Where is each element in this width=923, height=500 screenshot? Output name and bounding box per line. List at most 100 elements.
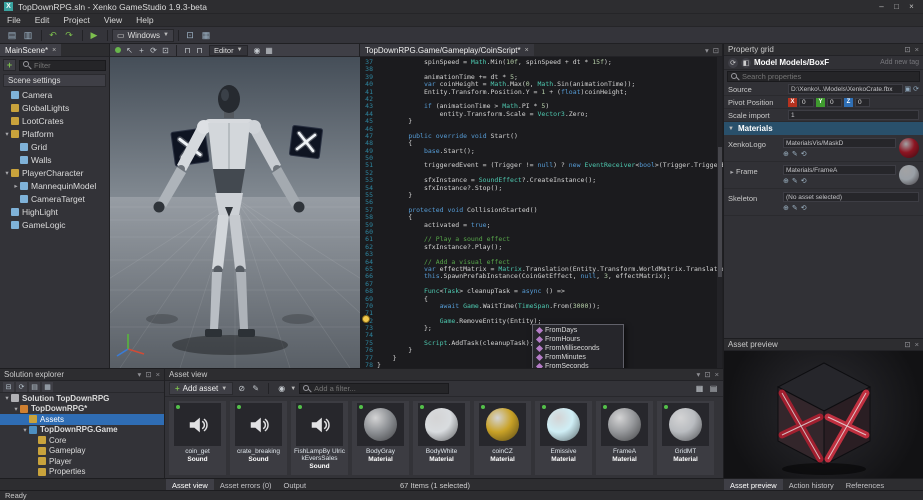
list-view-icon[interactable]: ▤: [708, 383, 719, 394]
chevron-down-icon[interactable]: ▾: [138, 370, 142, 379]
scene-tree-item[interactable]: LootCrates: [0, 114, 109, 127]
edit-icon[interactable]: ✎: [792, 204, 798, 212]
solution-tree-item[interactable]: Player: [0, 456, 164, 467]
close-icon[interactable]: ×: [156, 370, 160, 379]
scale-import-field[interactable]: 1: [788, 110, 919, 120]
scene-tree-item[interactable]: HighLight: [0, 205, 109, 218]
close-icon[interactable]: ×: [915, 45, 919, 54]
completion-item[interactable]: FromSeconds: [533, 362, 623, 368]
float-panel-icon[interactable]: ⊡: [713, 46, 719, 55]
edit-icon[interactable]: ✎: [792, 150, 798, 158]
add-entity-button[interactable]: +: [3, 59, 16, 71]
properties-icon[interactable]: ▦: [42, 382, 53, 392]
source-path-field[interactable]: D:\Xenko\..\Models\XenkoCrate.fbx: [788, 84, 903, 94]
completion-item[interactable]: FromDays: [533, 326, 623, 335]
snap-rotate-icon[interactable]: ⊓: [194, 45, 205, 56]
expander-icon[interactable]: ▸: [728, 168, 736, 176]
close-icon[interactable]: ×: [904, 2, 919, 11]
materials-section-header[interactable]: ▼ Materials: [724, 122, 923, 135]
asset-tile[interactable]: FishLampBy UlrickEversSalesSound: [291, 401, 348, 475]
completion-item[interactable]: FromMilliseconds: [533, 344, 623, 353]
undo-icon[interactable]: ↶: [46, 29, 60, 42]
sync-icon[interactable]: ⟳: [16, 382, 27, 392]
asset-tile[interactable]: EmissiveMaterial: [535, 401, 592, 475]
expander-icon[interactable]: ▾: [21, 426, 29, 434]
expander-icon[interactable]: ▾: [3, 169, 11, 177]
view-options-eye-icon[interactable]: ◉: [276, 383, 287, 394]
menu-file[interactable]: File: [0, 15, 28, 25]
lightbulb-quickfix-icon[interactable]: [362, 315, 370, 323]
redo-icon[interactable]: ↷: [62, 29, 76, 42]
material-reference-field[interactable]: MaterialsVis/MaskD: [783, 138, 896, 148]
completion-item[interactable]: FromHours: [533, 335, 623, 344]
minimize-icon[interactable]: –: [874, 2, 889, 11]
tab-mainscene[interactable]: MainScene* ×: [0, 44, 61, 56]
pick-asset-icon[interactable]: ⊕: [783, 204, 789, 212]
browse-folder-icon[interactable]: ▣: [905, 85, 912, 93]
collapse-all-icon[interactable]: ⊟: [3, 382, 14, 392]
archetype-icon[interactable]: ◧: [741, 58, 751, 68]
asset-preview-canvas[interactable]: [724, 351, 923, 479]
edit-asset-icon[interactable]: ✎: [250, 383, 261, 394]
reset-icon[interactable]: ⟲: [801, 204, 807, 212]
pick-asset-icon[interactable]: ⊕: [783, 150, 789, 158]
asset-tile[interactable]: BodyWhiteMaterial: [413, 401, 470, 475]
edit-icon[interactable]: ✎: [792, 177, 798, 185]
pin-icon[interactable]: ⊡: [904, 45, 910, 54]
property-search-input[interactable]: [742, 72, 916, 81]
asset-tile[interactable]: BodyGrayMaterial: [352, 401, 409, 475]
pin-icon[interactable]: ⊡: [145, 370, 151, 379]
camera-options-icon[interactable]: ◉: [252, 45, 263, 56]
code-scrollbar[interactable]: [717, 57, 722, 368]
close-icon[interactable]: ×: [525, 47, 529, 54]
add-tag-field[interactable]: Add new tag: [880, 59, 919, 66]
code-editor-canvas[interactable]: 37 spinSpeed = Math.Min(10f, spinSpeed +…: [360, 57, 723, 368]
expander-icon[interactable]: ▾: [3, 130, 11, 138]
reset-icon[interactable]: ⟲: [801, 150, 807, 158]
reset-icon[interactable]: ⟲: [801, 177, 807, 185]
pin-icon[interactable]: ⊡: [704, 370, 710, 379]
axis-y-value[interactable]: 0: [827, 98, 842, 107]
save-all-icon[interactable]: ▥: [21, 29, 35, 42]
scrollbar-thumb[interactable]: [718, 147, 722, 277]
scene-tree-item[interactable]: GameLogic: [0, 218, 109, 231]
windows-platform-dropdown[interactable]: ▭ Windows ▼: [112, 29, 174, 42]
asset-tile[interactable]: GridMTMaterial: [657, 401, 714, 475]
scene-filter-input[interactable]: [34, 61, 102, 70]
new-folder-icon[interactable]: ▤: [29, 382, 40, 392]
menu-edit[interactable]: Edit: [28, 15, 57, 25]
asset-tile[interactable]: coin_getSound: [169, 401, 226, 475]
settings-icon[interactable]: ⊡: [183, 29, 197, 42]
expander-icon[interactable]: ▸: [12, 182, 20, 190]
close-icon[interactable]: ×: [715, 370, 719, 379]
close-icon[interactable]: ×: [52, 47, 56, 54]
scene-tree-item[interactable]: ▾Platform: [0, 127, 109, 140]
solution-tree-item[interactable]: ▾Solution TopDownRPG: [0, 393, 164, 404]
build-icon[interactable]: ▦: [199, 29, 213, 42]
chevron-down-icon[interactable]: ▾: [705, 46, 709, 55]
add-asset-button[interactable]: + Add asset ▼: [169, 382, 233, 395]
solution-tree-item[interactable]: ▾TopDownRPG*: [0, 404, 164, 415]
axis-x-value[interactable]: 0: [799, 98, 814, 107]
asset-tile[interactable]: coinCZMaterial: [474, 401, 531, 475]
solution-tree-item[interactable]: Core: [0, 435, 164, 446]
pin-icon[interactable]: ⊡: [904, 340, 910, 349]
solution-tree-item[interactable]: ▾TopDownRPG.Game: [0, 425, 164, 436]
play-button[interactable]: ▶: [87, 29, 101, 42]
solution-tree-item[interactable]: Properties: [0, 467, 164, 478]
scene-tree-item[interactable]: Camera: [0, 88, 109, 101]
delete-asset-icon[interactable]: ⊘: [236, 383, 247, 394]
scene-viewport-canvas[interactable]: [110, 57, 360, 368]
scene-tree-item[interactable]: ▸MannequinModel: [0, 179, 109, 192]
refresh-icon[interactable]: ⟳: [728, 58, 738, 68]
solution-tree-item[interactable]: Gameplay: [0, 446, 164, 457]
menu-view[interactable]: View: [97, 15, 129, 25]
scene-tree-item[interactable]: GlobalLights: [0, 101, 109, 114]
scene-tree-item[interactable]: Grid: [0, 140, 109, 153]
grid-view-icon[interactable]: ▦: [694, 383, 705, 394]
axis-z-value[interactable]: 0: [855, 98, 870, 107]
menu-project[interactable]: Project: [56, 15, 96, 25]
close-icon[interactable]: ×: [915, 340, 919, 349]
editor-mode-dropdown[interactable]: Editor ▼: [209, 45, 248, 56]
completion-item[interactable]: FromMinutes: [533, 353, 623, 362]
